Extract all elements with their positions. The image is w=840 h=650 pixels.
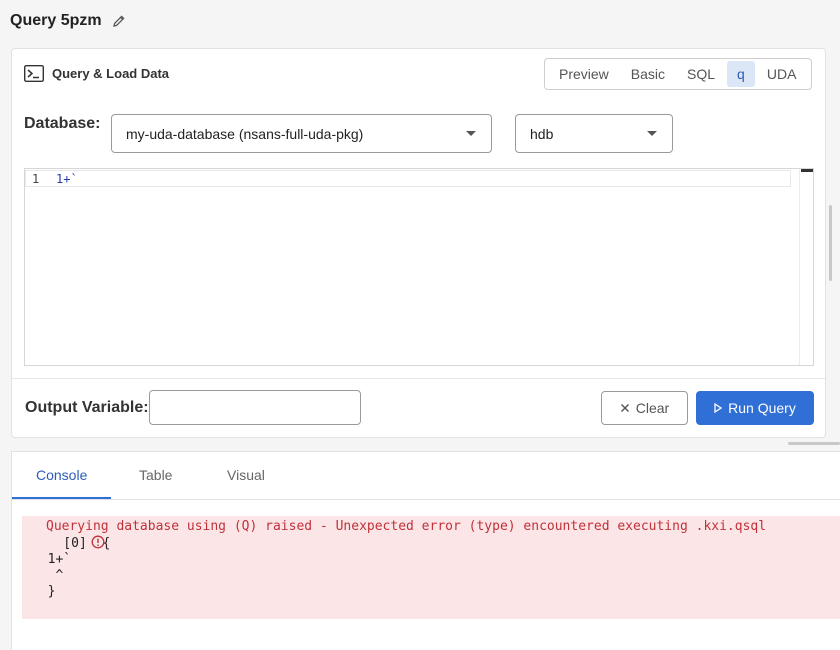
pencil-icon[interactable] [112, 14, 126, 28]
output-variable-label: Output Variable: [25, 399, 149, 416]
terminal-icon [23, 64, 45, 83]
error-detail-line: } [32, 584, 56, 599]
console-error: Querying database using (Q) raised - Une… [22, 516, 840, 619]
close-icon [620, 400, 630, 416]
code-editor[interactable]: 1 1+` [24, 168, 814, 366]
run-query-button-label: Run Query [728, 400, 796, 416]
tab-preview[interactable]: Preview [549, 61, 619, 87]
panel-heading: Query & Load Data [23, 64, 170, 83]
tier-select[interactable]: hdb [515, 114, 673, 153]
line-number: 1 [32, 171, 40, 186]
tab-table[interactable]: Table [139, 467, 172, 483]
run-query-button[interactable]: Run Query [696, 391, 814, 425]
editor-scrollbar[interactable] [799, 169, 813, 365]
tab-visual[interactable]: Visual [227, 467, 265, 483]
tab-q[interactable]: q [727, 61, 755, 87]
output-variable-input[interactable] [149, 390, 361, 425]
clear-button-label: Clear [635, 400, 670, 416]
active-tab-indicator [12, 497, 111, 499]
error-icon [28, 520, 105, 548]
caret-down-icon [647, 131, 657, 136]
error-detail-line: 1+` [32, 552, 72, 567]
error-detail-line: ^ [32, 568, 64, 583]
tab-console[interactable]: Console [36, 467, 87, 483]
panel-divider [12, 378, 825, 379]
database-label: Database: [24, 115, 101, 132]
editor-line: 1 1+` [25, 170, 791, 187]
query-title-row: Query 5pzm [10, 12, 126, 30]
database-select[interactable]: my-uda-database (nsans-full-uda-pkg) [111, 114, 492, 153]
error-detail-line: [0] { [32, 536, 111, 551]
page-scrollbar[interactable] [829, 205, 832, 281]
code-text: 1+` [56, 171, 78, 186]
editor-scrollbar-thumb[interactable] [801, 169, 813, 172]
resize-handle[interactable] [788, 442, 840, 445]
error-message-line: Querying database using (Q) raised - Une… [28, 519, 767, 548]
panel-heading-label: Query & Load Data [52, 66, 170, 81]
tab-uda[interactable]: UDA [757, 61, 807, 87]
tab-basic[interactable]: Basic [621, 61, 675, 87]
page-title: Query 5pzm [10, 12, 102, 29]
output-panel: Console Table Visual Querying database u… [11, 451, 840, 650]
play-icon [714, 400, 723, 416]
database-select-value: my-uda-database (nsans-full-uda-pkg) [126, 125, 364, 142]
caret-down-icon [466, 131, 476, 136]
clear-button[interactable]: Clear [601, 391, 688, 425]
error-message: Querying database using (Q) raised - Une… [46, 519, 767, 534]
output-tabs: Console Table Visual [12, 452, 840, 500]
query-panel: Query & Load Data Preview Basic SQL q UD… [11, 48, 826, 438]
tier-select-value: hdb [530, 125, 554, 142]
query-mode-tabs: Preview Basic SQL q UDA [544, 58, 812, 90]
tab-sql[interactable]: SQL [677, 61, 725, 87]
